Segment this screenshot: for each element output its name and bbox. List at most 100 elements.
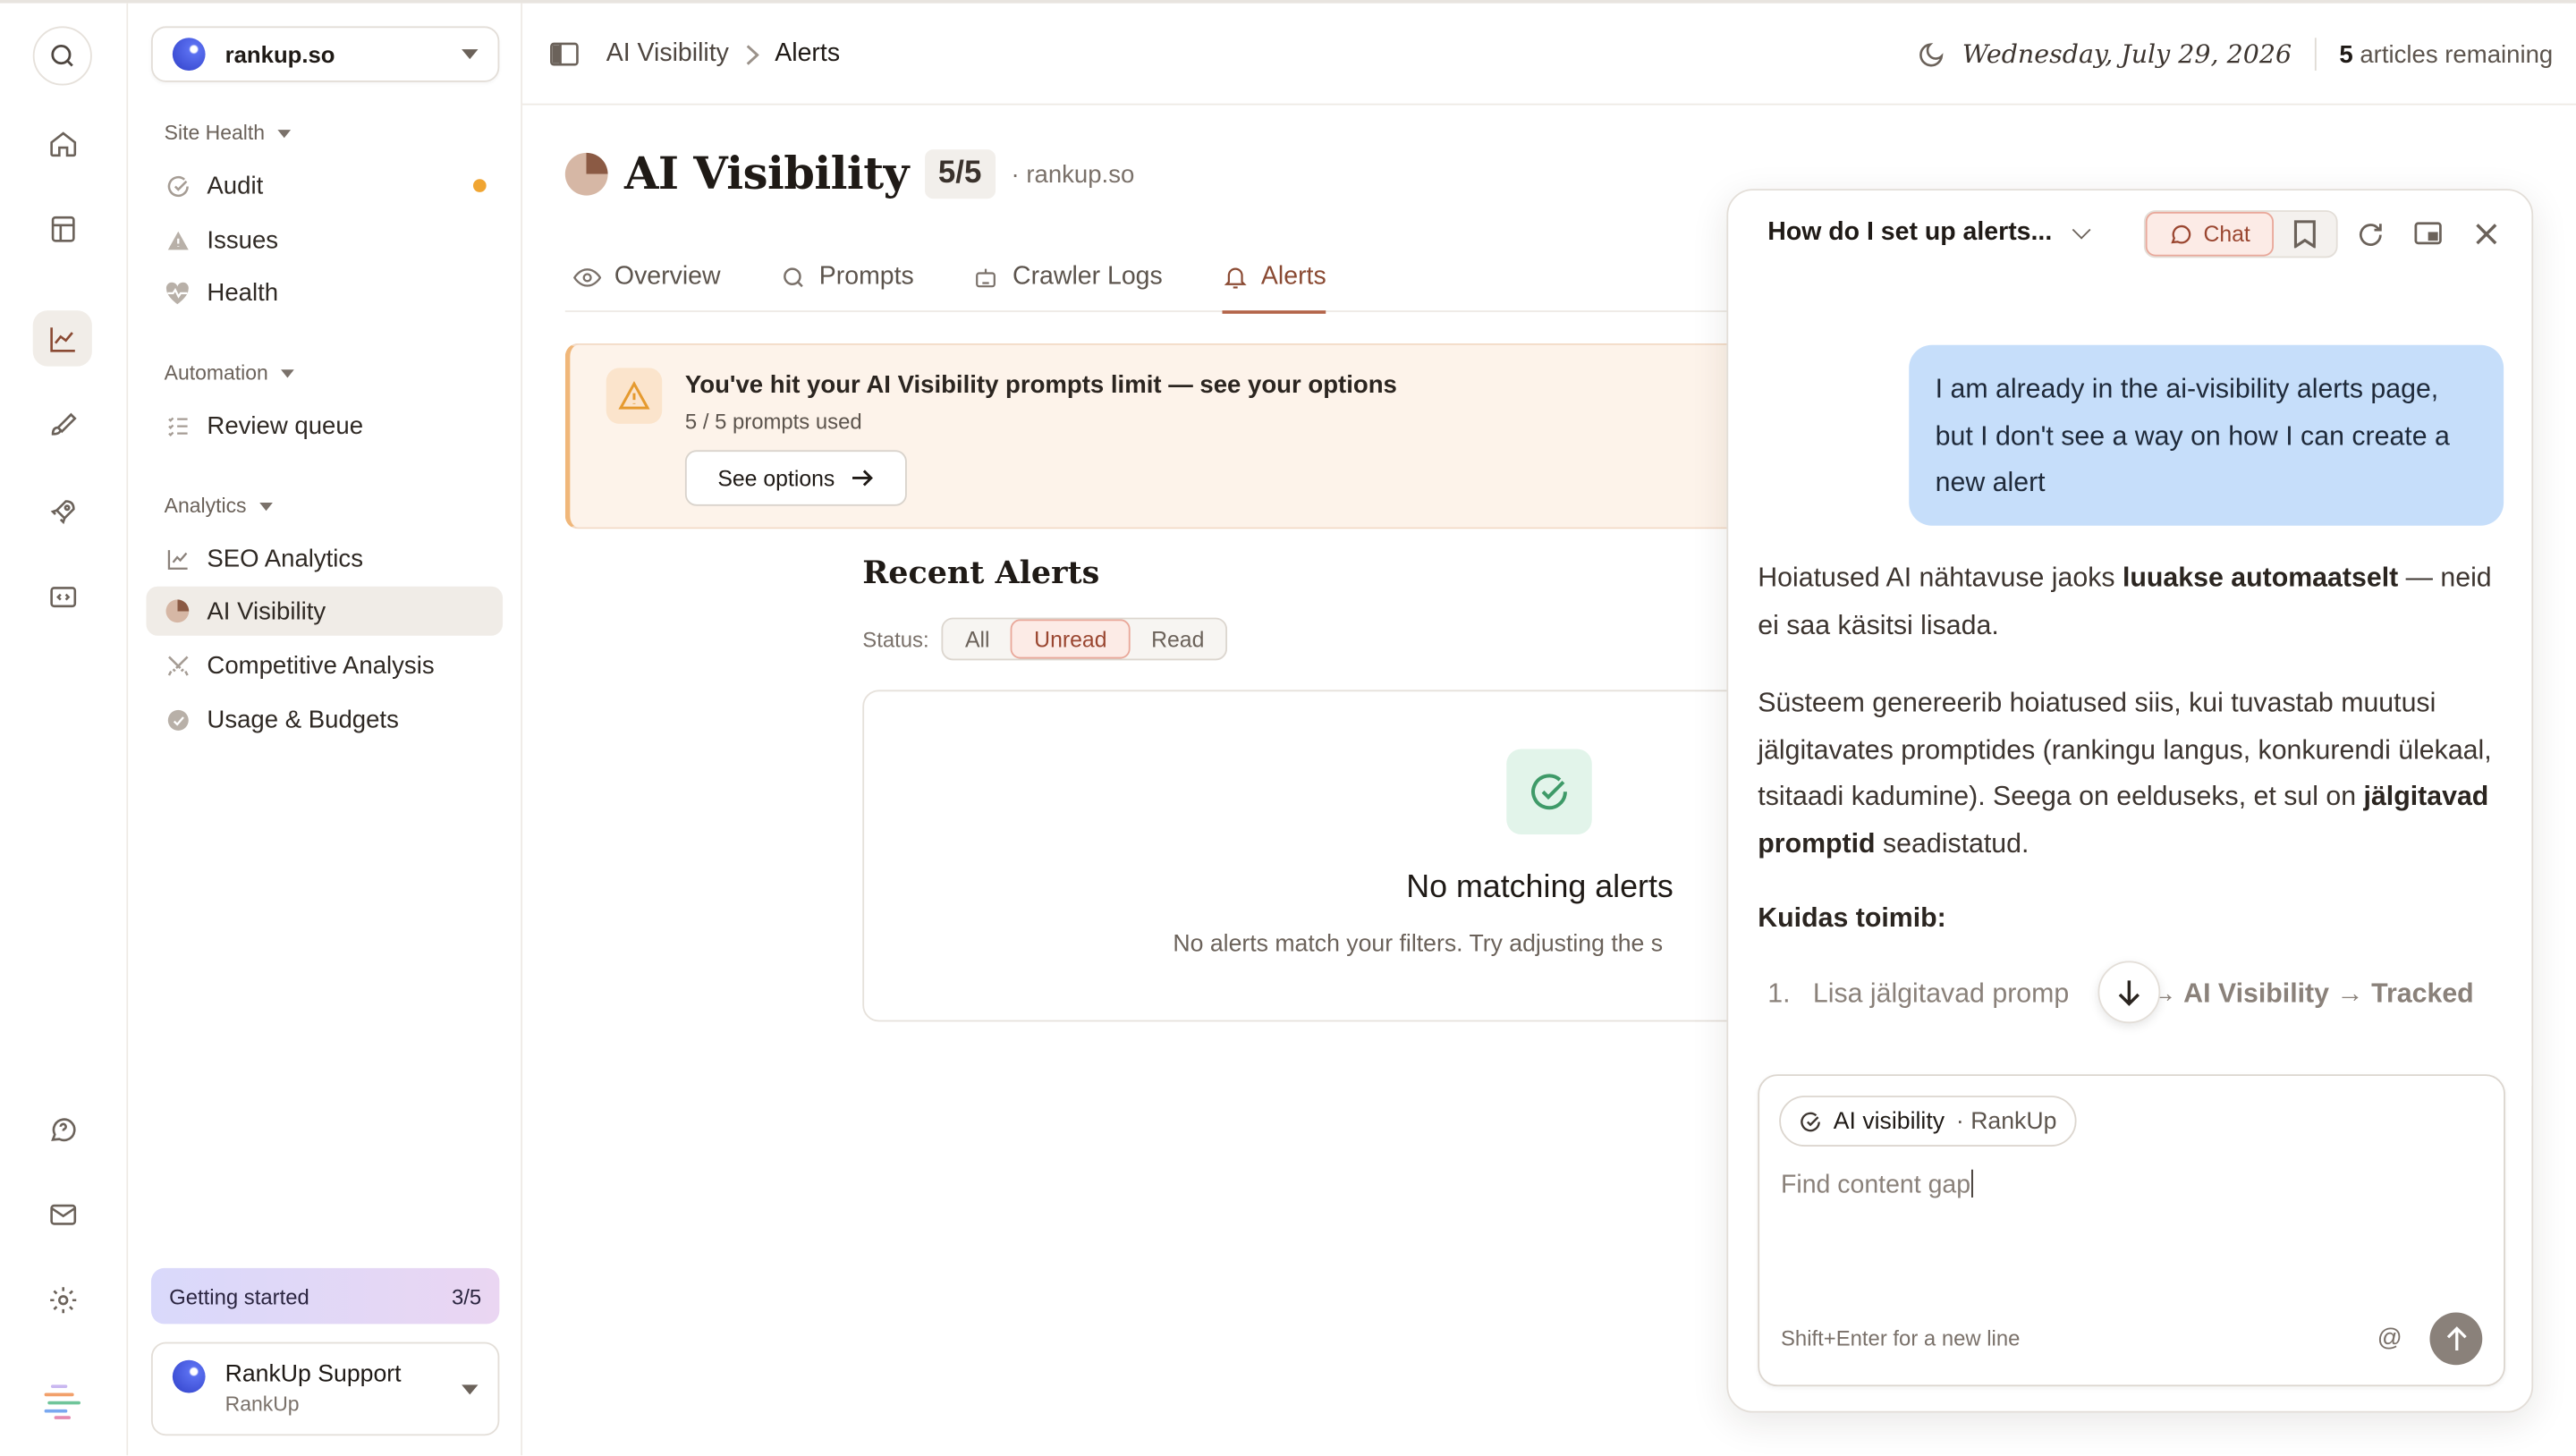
breadcrumb-parent[interactable]: AI Visibility — [606, 39, 729, 69]
account-switcher[interactable]: RankUp Support RankUp — [150, 1342, 500, 1436]
sidebar-item-competitive-analysis[interactable]: Competitive Analysis — [146, 640, 503, 690]
tab-label: Prompts — [818, 262, 914, 292]
audit-icon — [165, 173, 191, 199]
tab-overview[interactable]: Overview — [573, 243, 721, 312]
check-circle-icon — [1506, 749, 1592, 835]
message-input[interactable]: Find content gap — [1780, 1169, 1974, 1201]
help-icon[interactable] — [33, 1101, 92, 1156]
page-title: AI Visibility — [623, 148, 909, 200]
assistant-heading: Kuidas toimib: — [1758, 895, 2505, 942]
list-path: → AI Visibility → Tracked — [2149, 978, 2474, 1009]
sidebar-item-review-queue[interactable]: Review queue — [146, 401, 503, 450]
home-icon[interactable] — [33, 115, 92, 171]
caret-down-icon — [259, 502, 273, 511]
empty-text: No alerts match your filters. Try adjust… — [1173, 931, 1664, 958]
sidebar-item-label: AI Visibility — [207, 597, 326, 625]
arrow-down-icon — [2118, 978, 2141, 1006]
user-message: I am already in the ai-visibility alerts… — [1909, 344, 2504, 526]
section-automation[interactable]: Automation — [165, 361, 295, 385]
sidebar-item-seo-analytics[interactable]: SEO Analytics — [146, 534, 503, 583]
chevron-right-icon — [745, 44, 758, 65]
status-label: Status: — [862, 626, 929, 652]
scroll-down-button[interactable] — [2097, 961, 2161, 1024]
chat-composer[interactable]: AI visibility · RankUp Find content gap … — [1758, 1074, 2505, 1387]
mention-button[interactable]: @ — [2377, 1324, 2402, 1351]
header-info: Wednesday, July 29, 2026 5 articles rema… — [1918, 4, 2553, 106]
org-switcher[interactable]: rankup.so — [150, 26, 500, 82]
brush-icon[interactable] — [33, 397, 92, 453]
tab-prompts[interactable]: Prompts — [780, 243, 914, 312]
button-label: See options — [717, 465, 835, 491]
sidebar-item-label: Competitive Analysis — [207, 651, 435, 680]
site-health-icon[interactable] — [33, 200, 92, 256]
rocket-icon[interactable] — [33, 483, 92, 538]
pie-chart-icon — [165, 598, 191, 624]
sidebar-item-ai-visibility[interactable]: AI Visibility — [146, 586, 504, 636]
tab-alerts[interactable]: Alerts — [1221, 243, 1326, 314]
caret-down-icon — [462, 49, 479, 60]
sidebar-item-label: Health — [207, 278, 279, 307]
conversation-title: How do I set up alerts... — [1767, 218, 2053, 247]
bookmark-icon[interactable] — [2293, 220, 2317, 249]
warning-icon — [165, 226, 191, 252]
sidebar-item-health[interactable]: Health — [146, 267, 503, 317]
tab-label: Alerts — [1260, 262, 1326, 292]
filter-unread[interactable]: Unread — [1011, 619, 1131, 659]
articles-count: 5 — [2339, 39, 2353, 69]
recent-alerts-title: Recent Alerts — [862, 554, 1100, 592]
refresh-icon[interactable] — [2356, 220, 2385, 250]
chevron-down-icon — [2072, 220, 2091, 240]
filter-segmented-control: All Unread Read — [942, 617, 1228, 661]
section-site-health[interactable]: Site Health — [165, 122, 292, 145]
sidebar-item-audit[interactable]: Audit — [146, 161, 503, 210]
mail-icon[interactable] — [33, 1186, 92, 1241]
line-chart-icon — [165, 546, 191, 571]
getting-started[interactable]: Getting started 3/5 — [150, 1267, 500, 1325]
text-span: Hoiatused AI nähtavuse jaoks — [1758, 563, 2123, 594]
conversation-selector[interactable]: How do I set up alerts... — [1767, 218, 2091, 248]
see-options-button[interactable]: See options — [684, 450, 907, 506]
account-name: RankUp Support — [225, 1361, 402, 1389]
list-number: 1. — [1767, 978, 1791, 1009]
sidebar-item-usage-budgets[interactable]: Usage & Budgets — [146, 695, 503, 744]
input-text: Find content gap — [1780, 1171, 1971, 1199]
sidebar-toggle-icon[interactable] — [548, 41, 580, 67]
chat-mode-button[interactable]: Chat — [2145, 211, 2274, 257]
status-filter: Status: All Unread Read — [862, 617, 1228, 661]
articles-label: articles remaining — [2360, 39, 2554, 69]
moon-icon[interactable] — [1918, 40, 1945, 68]
send-button[interactable] — [2429, 1312, 2483, 1366]
pie-chart-icon — [564, 152, 608, 196]
search-icon[interactable] — [32, 26, 92, 86]
heartbeat-icon — [165, 279, 191, 305]
context-label: AI visibility — [1833, 1107, 1945, 1135]
eye-icon — [573, 267, 602, 290]
list-icon — [165, 412, 191, 438]
analytics-icon[interactable] — [32, 310, 92, 367]
org-logo-icon — [172, 38, 206, 71]
input-hint: Shift+Enter for a new line — [1780, 1325, 2021, 1350]
text-bold: Kuidas toimib: — [1758, 903, 1946, 934]
tab-crawler-logs[interactable]: Crawler Logs — [973, 243, 1163, 312]
usage-badge: 5/5 — [925, 149, 996, 199]
page-title-row: AI Visibility 5/5 · rankup.so — [564, 141, 1134, 207]
sidebar-item-label: Issues — [207, 225, 279, 254]
sidebar: rankup.so Site Health Audit Issues Healt… — [128, 3, 523, 1456]
sidebar-item-label: SEO Analytics — [207, 544, 363, 573]
divider — [2314, 38, 2317, 71]
warning-icon — [606, 368, 663, 424]
section-analytics[interactable]: Analytics — [165, 495, 273, 518]
section-label: Site Health — [164, 121, 265, 145]
gear-icon[interactable] — [33, 1272, 92, 1327]
tab-bar: Overview Prompts Crawler Logs Alerts — [564, 243, 1749, 314]
code-icon[interactable] — [33, 568, 92, 623]
popout-icon[interactable] — [2413, 220, 2443, 246]
context-chip[interactable]: AI visibility · RankUp — [1779, 1096, 2077, 1147]
list-text: Lisa jälgitavad promp — [1812, 978, 2070, 1009]
filter-all[interactable]: All — [944, 619, 1011, 658]
getting-started-progress: 3/5 — [451, 1283, 482, 1308]
filter-read[interactable]: Read — [1130, 619, 1225, 658]
close-icon[interactable] — [2474, 222, 2499, 247]
empty-state: No matching alerts No alerts match your … — [862, 690, 1783, 1022]
sidebar-item-issues[interactable]: Issues — [146, 216, 503, 265]
